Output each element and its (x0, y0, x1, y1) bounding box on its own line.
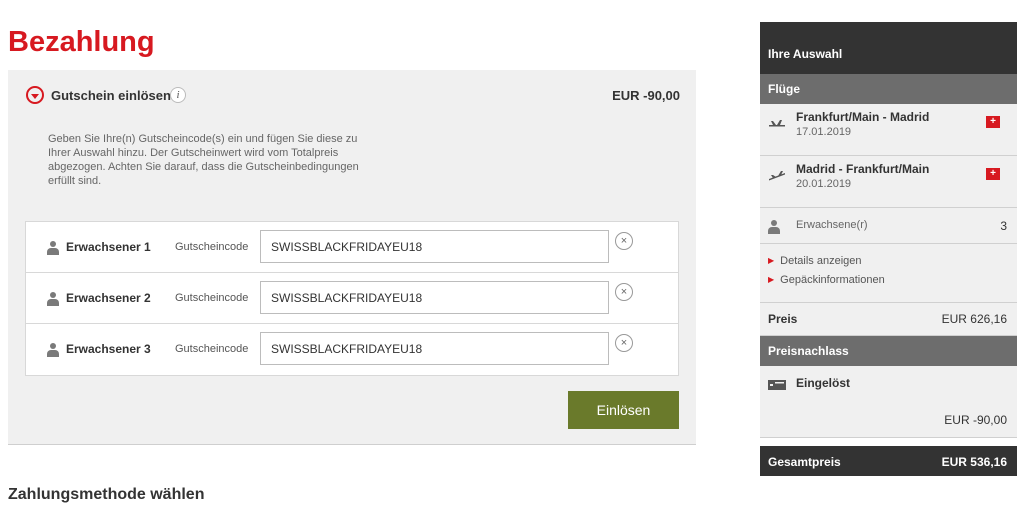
price-label: Preis (768, 312, 798, 326)
flight-route: Frankfurt/Main - Madrid (796, 110, 930, 124)
remove-code-button[interactable]: × (615, 334, 633, 352)
flight-date: 17.01.2019 (796, 126, 852, 138)
discount-heading: Preisnachlass (760, 336, 1017, 366)
price-row: Preis EUR 626,16 (760, 303, 1017, 336)
total-row: Gesamtpreis EUR 536,16 (760, 446, 1017, 476)
details-link[interactable]: ▶ Details anzeigen (768, 255, 862, 267)
voucher-row-adult-1: Erwachsener 1 Gutscheincode × (26, 222, 678, 273)
person-icon (47, 292, 59, 306)
summary-header: Ihre Auswahl (760, 22, 1017, 74)
passenger-label: Erwachsener 3 (66, 342, 151, 356)
voucher-title[interactable]: Gutschein einlösen (51, 88, 171, 103)
discount-value: EUR -90,00 (944, 413, 1007, 427)
voucher-ticket-icon (768, 380, 786, 390)
flight-date: 20.01.2019 (796, 178, 852, 190)
arrow-right-icon: ▶ (768, 275, 775, 284)
voucher-panel: Gutschein einlösen i EUR -90,00 Geben Si… (8, 70, 696, 445)
voucher-code-input[interactable] (260, 281, 609, 314)
selection-summary: Ihre Auswahl Flüge Frankfurt/Main - Madr… (760, 22, 1017, 512)
remove-code-button[interactable]: × (615, 283, 633, 301)
swiss-flag-icon: + (986, 116, 1000, 128)
page-title: Bezahlung (8, 26, 155, 58)
passengers-label: Erwachsene(r) (796, 219, 868, 231)
collapse-toggle-icon[interactable] (26, 86, 44, 104)
person-icon (768, 220, 780, 234)
flight-item-outbound: Frankfurt/Main - Madrid 17.01.2019 + (760, 104, 1017, 156)
redeemed-label: Eingelöst (796, 376, 851, 390)
plane-arrival-icon (769, 171, 785, 181)
passengers-summary: Erwachsene(r) 3 (760, 208, 1017, 244)
info-icon[interactable]: i (170, 87, 186, 103)
total-value: EUR 536,16 (941, 455, 1007, 469)
voucher-code-input[interactable] (260, 230, 609, 263)
redeem-button[interactable]: Einlösen (568, 391, 679, 429)
baggage-link[interactable]: ▶ Gepäckinformationen (768, 274, 885, 286)
discount-row: EUR -90,00 (760, 404, 1017, 438)
voucher-amount: EUR -90,00 (612, 88, 680, 103)
plane-departure-icon (769, 120, 785, 127)
person-icon (47, 343, 59, 357)
voucher-code-input[interactable] (260, 332, 609, 365)
flight-item-return: Madrid - Frankfurt/Main 20.01.2019 + (760, 156, 1017, 208)
price-value: EUR 626,16 (941, 312, 1007, 326)
payment-method-heading: Zahlungsmethode wählen (8, 486, 205, 503)
voucher-code-label: Gutscheincode (175, 292, 249, 304)
swiss-flag-icon: + (986, 168, 1000, 180)
flight-route: Madrid - Frankfurt/Main (796, 162, 930, 176)
flights-heading: Flüge (760, 74, 1017, 104)
remove-code-button[interactable]: × (615, 232, 633, 250)
redeemed-row: Eingelöst (760, 366, 1017, 404)
person-icon (47, 241, 59, 255)
voucher-code-label: Gutscheincode (175, 343, 249, 355)
voucher-code-list: Erwachsener 1 Gutscheincode × Erwachsene… (25, 221, 679, 376)
passenger-label: Erwachsener 2 (66, 291, 151, 305)
voucher-row-adult-2: Erwachsener 2 Gutscheincode × (26, 273, 678, 324)
voucher-description: Geben Sie Ihre(n) Gutscheincode(s) ein u… (48, 133, 359, 187)
passenger-label: Erwachsener 1 (66, 240, 151, 254)
summary-links: ▶ Details anzeigen ▶ Gepäckinformationen (760, 244, 1017, 303)
voucher-row-adult-3: Erwachsener 3 Gutscheincode × (26, 324, 678, 375)
total-label: Gesamtpreis (768, 455, 841, 469)
arrow-right-icon: ▶ (768, 256, 775, 265)
voucher-code-label: Gutscheincode (175, 241, 249, 253)
baggage-link-label: Gepäckinformationen (780, 274, 885, 286)
details-link-label: Details anzeigen (780, 255, 862, 267)
passengers-count: 3 (1000, 219, 1007, 233)
